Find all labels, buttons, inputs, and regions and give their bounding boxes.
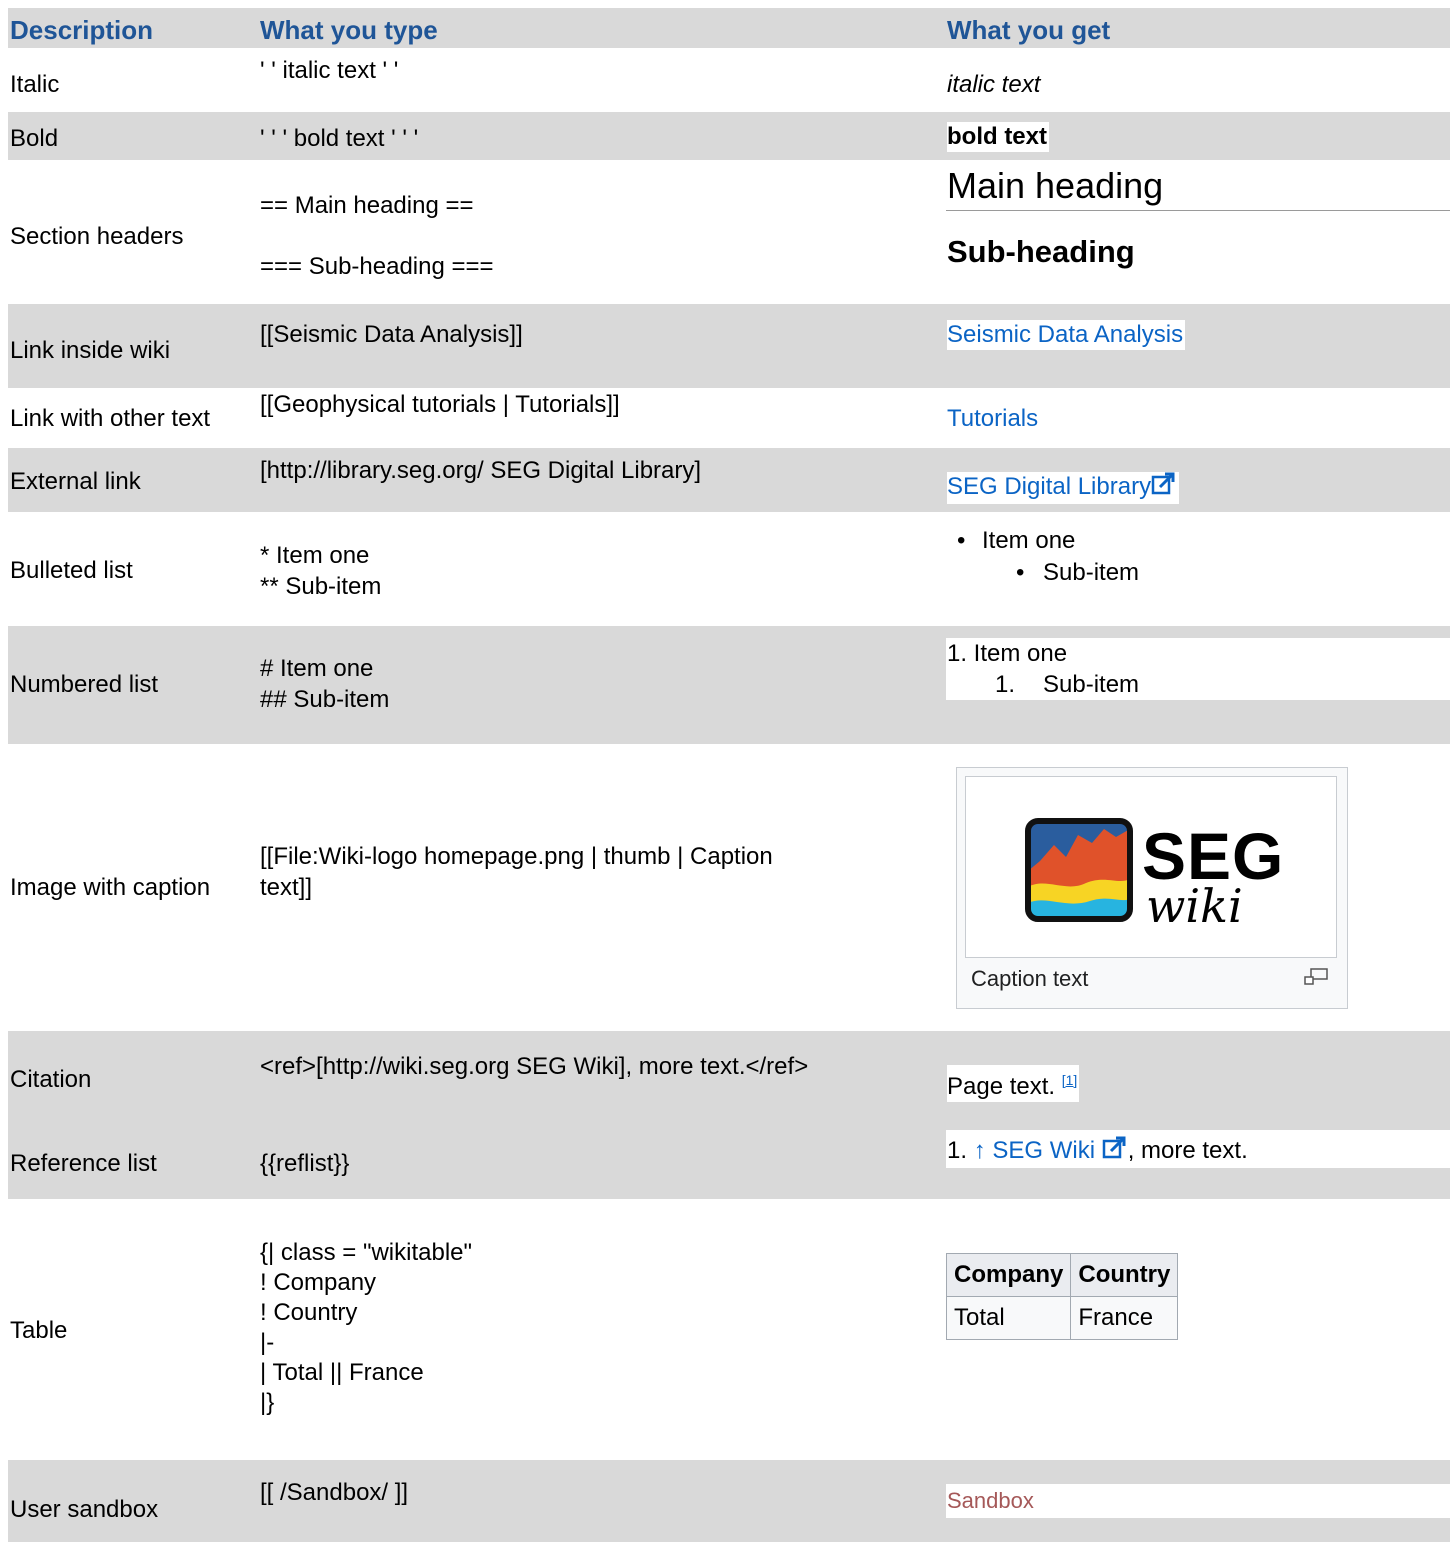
type-external-link: [http://library.seg.org/ SEG Digital Lib… — [260, 457, 702, 484]
type-bulleted-2: ** Sub-item — [260, 573, 382, 600]
code-line: ! Company — [260, 1269, 377, 1296]
get-numbered-2-num: 1. — [995, 671, 1016, 698]
desc-link-inside: Link inside wiki — [10, 337, 171, 364]
logo-wiki-text: wiki — [1146, 879, 1243, 933]
type-section-sub: === Sub-heading === — [260, 253, 494, 280]
desc-citation: Citation — [10, 1066, 92, 1093]
type-table-code: {| class = "wikitable" ! Company ! Count… — [260, 1238, 472, 1418]
type-user-sandbox: [[ /Sandbox/ ]] — [260, 1479, 409, 1506]
heading-underline — [946, 210, 1450, 211]
type-image-2: text]] — [260, 874, 313, 901]
row-bold — [8, 112, 1450, 160]
bullet-dot-1: • — [957, 527, 966, 554]
get-italic: italic text — [947, 71, 1041, 98]
get-link-other[interactable]: Tutorials — [947, 404, 1038, 434]
reflist-backlink-arrow[interactable]: ↑ — [974, 1137, 986, 1164]
get-user-sandbox[interactable]: Sandbox — [947, 1486, 1034, 1516]
desc-bold: Bold — [10, 125, 59, 152]
reflist-rest: , more text. — [1127, 1137, 1248, 1164]
header-what-you-type: What you type — [260, 15, 438, 45]
type-link-inside: [[Seismic Data Analysis]] — [260, 321, 523, 348]
desc-link-other: Link with other text — [10, 405, 211, 432]
get-numbered-2: Sub-item — [1043, 671, 1140, 698]
external-link-icon — [1151, 472, 1177, 504]
type-numbered-2: ## Sub-item — [260, 686, 390, 713]
table-header-cell: Company — [945, 1253, 1072, 1297]
desc-section-headers: Section headers — [10, 223, 184, 250]
citation-superscript[interactable]: [1] — [1062, 1072, 1078, 1088]
get-main-heading: Main heading — [947, 165, 1164, 206]
seg-wiki-logo[interactable]: SEG wiki — [965, 776, 1337, 958]
external-link-icon — [1102, 1136, 1128, 1168]
rendered-wikitable: Company Country Total France — [945, 1253, 1179, 1340]
type-bold: ' ' ' bold text ' ' ' — [260, 125, 419, 152]
get-citation: Page text. — [947, 1073, 1062, 1100]
header-row — [8, 8, 1450, 48]
get-link-inside[interactable]: Seismic Data Analysis — [947, 320, 1186, 350]
desc-numbered-list: Numbered list — [10, 671, 159, 698]
desc-user-sandbox: User sandbox — [10, 1496, 159, 1523]
type-italic: ' ' italic text ' ' — [260, 57, 399, 84]
code-line: |- — [260, 1329, 275, 1356]
image-caption: Caption text — [971, 966, 1089, 991]
header-what-you-get: What you get — [947, 15, 1111, 45]
table-row: Total France — [945, 1296, 1179, 1340]
reflist-link[interactable]: SEG Wiki — [992, 1137, 1095, 1164]
table-cell: France — [1070, 1296, 1179, 1340]
get-citation-wrap: Page text. [1] — [947, 1065, 1080, 1102]
desc-external-link: External link — [10, 468, 141, 495]
table-header-cell: Country — [1070, 1253, 1179, 1297]
type-reference-list: {{reflist}} — [260, 1150, 350, 1177]
get-bold: bold text — [947, 122, 1049, 152]
image-thumbnail[interactable]: SEG wiki Caption text — [956, 767, 1348, 1009]
type-bulleted-1: * Item one — [260, 542, 370, 569]
reflist-number: 1. — [947, 1137, 974, 1164]
bullet-dot-2: • — [1016, 559, 1025, 586]
get-bulleted-1: Item one — [982, 527, 1076, 554]
desc-italic: Italic — [10, 71, 60, 98]
wiki-markup-cheatsheet: Description What you type What you get I… — [0, 0, 1450, 1542]
desc-bulleted-list: Bulleted list — [10, 557, 133, 584]
desc-table: Table — [10, 1317, 68, 1344]
code-line: | Total || France — [260, 1359, 424, 1386]
type-numbered-1: # Item one — [260, 655, 374, 682]
code-line: |} — [260, 1389, 275, 1416]
get-reflist-wrap: 1. ↑ SEG Wiki , more text. — [947, 1136, 1248, 1168]
code-line: {| class = "wikitable" — [260, 1239, 473, 1266]
get-numbered-1: 1. Item one — [947, 640, 1068, 667]
type-image-1: [[File:Wiki-logo homepage.png | thumb | … — [260, 843, 773, 870]
enlarge-icon[interactable] — [1303, 966, 1329, 986]
get-external-link-wrap: SEG Digital Library — [947, 472, 1180, 504]
table-cell: Total — [945, 1296, 1072, 1340]
code-line: ! Country — [260, 1299, 358, 1326]
table-header-row: Company Country — [945, 1253, 1179, 1297]
get-bulleted-2: Sub-item — [1043, 559, 1140, 586]
row-external-link — [8, 448, 1450, 512]
header-description: Description — [10, 15, 154, 45]
desc-image-caption: Image with caption — [10, 874, 211, 901]
type-section-main: == Main heading == — [260, 192, 474, 219]
get-sub-heading: Sub-heading — [947, 234, 1135, 269]
row-link-inside — [8, 304, 1450, 388]
type-citation: <ref>[http://wiki.seg.org SEG Wiki], mor… — [260, 1053, 809, 1080]
desc-reference-list: Reference list — [10, 1150, 157, 1177]
get-external-link[interactable]: SEG Digital Library — [947, 473, 1151, 500]
type-link-other: [[Geophysical tutorials | Tutorials]] — [260, 391, 620, 418]
